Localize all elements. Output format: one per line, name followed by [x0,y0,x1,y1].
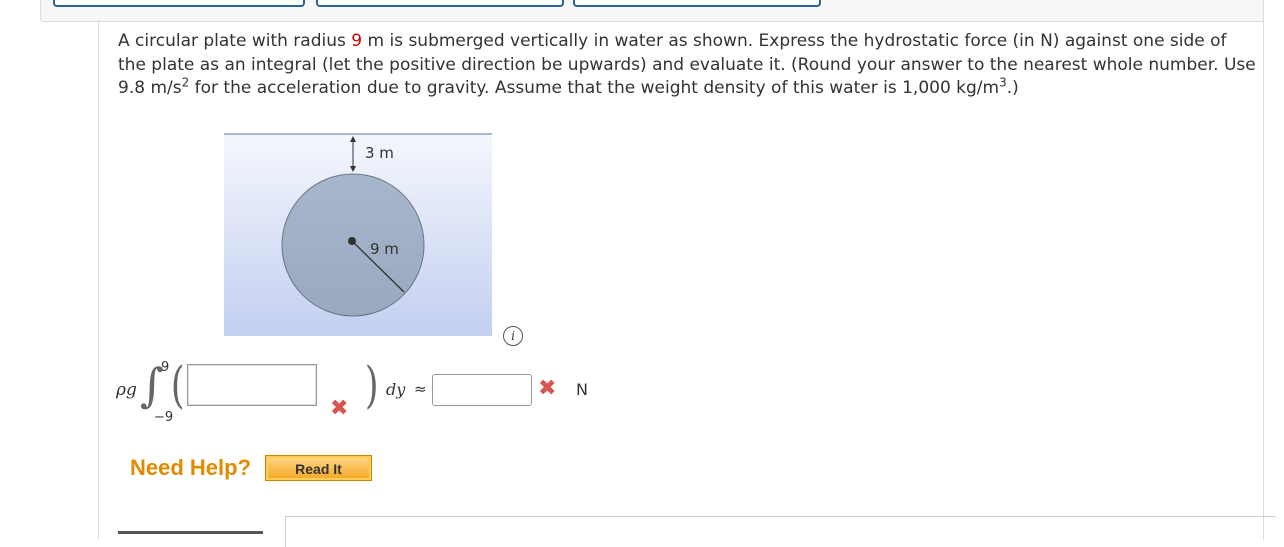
left-paren: ( [170,356,185,414]
integral-answer-row: ρg ∫ 9 −9 ( ✖ ) dy ≈ ✖ N [116,358,816,438]
tab-3[interactable] [573,0,821,7]
radius-label: 9 m [370,240,399,258]
previous-panel [40,0,1264,22]
upper-limit: 9 [161,360,170,375]
tab-1[interactable] [53,0,305,7]
answer-input[interactable] [432,374,532,406]
superscript-3: 3 [999,75,1007,90]
read-it-button[interactable]: Read It [265,455,372,481]
question-text: A circular plate with radius 9 m is subm… [118,30,1258,101]
tab-2[interactable] [316,0,564,7]
answer-incorrect-icon: ✖ [538,376,557,401]
rho-g-label: ρg [116,380,137,400]
radius-value: 9 [351,31,363,51]
question-text-part1: A circular plate with radius [118,31,352,51]
unit-label: N [576,380,588,399]
next-section-box [285,516,1276,547]
question-text-part3: for the acceleration due to gravity. Ass… [189,78,1000,98]
approx-symbol: ≈ [414,380,427,398]
plate-diagram: 3 m 9 m [224,133,492,336]
integrand-input[interactable] [187,364,317,406]
right-paren: ) [364,356,379,414]
plate-figure: 3 m 9 m [222,130,494,340]
need-help-label: Need Help? [130,455,252,480]
depth-label: 3 m [365,144,394,162]
integrand-incorrect-icon: ✖ [330,396,349,421]
info-icon[interactable]: i [503,326,523,346]
dy-label: dy [386,380,406,399]
question-text-part4: .) [1006,78,1019,98]
circular-plate [281,173,425,317]
